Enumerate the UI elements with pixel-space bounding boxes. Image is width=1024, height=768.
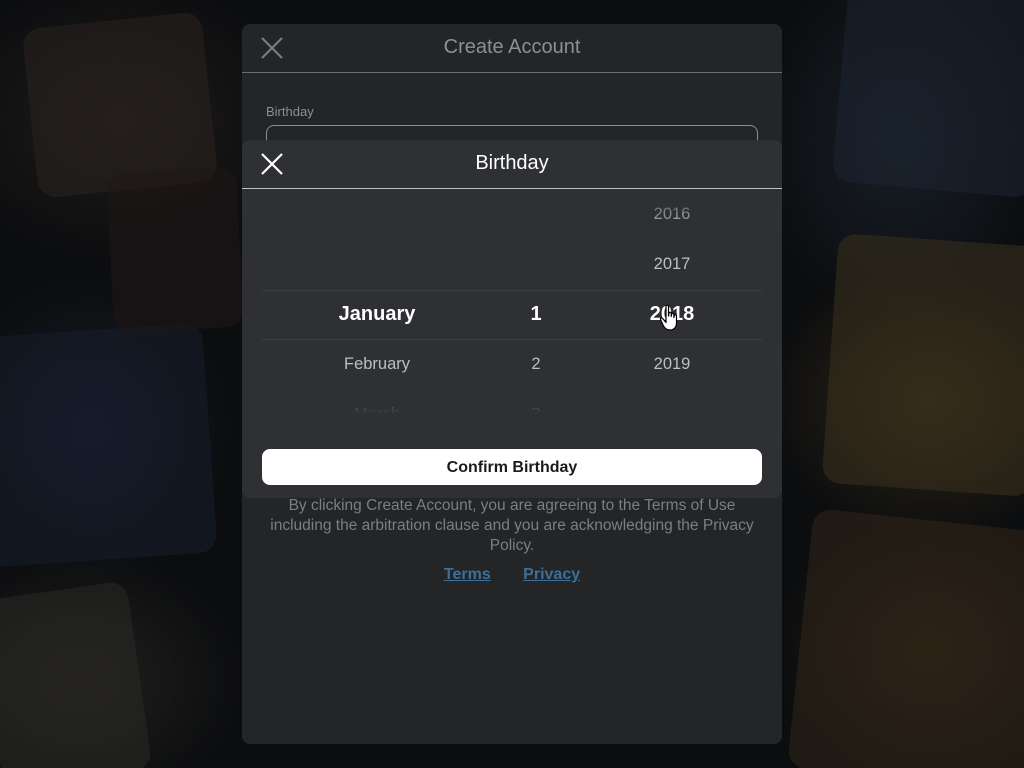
- day-option[interactable]: 2: [506, 352, 566, 376]
- year-option[interactable]: 2019: [632, 352, 712, 376]
- year-option[interactable]: 2016: [632, 202, 712, 226]
- create-account-header: Create Account: [242, 24, 782, 73]
- birthday-modal: Birthday January February March 1 2 3 20…: [242, 140, 782, 498]
- month-wheel[interactable]: January February March: [297, 189, 457, 414]
- legal-text: By clicking Create Account, you are agre…: [270, 497, 754, 554]
- hand-cursor-icon: [659, 304, 678, 331]
- confirm-birthday-button[interactable]: Confirm Birthday: [262, 449, 762, 485]
- day-option[interactable]: 1: [506, 302, 566, 326]
- day-wheel[interactable]: 1 2 3: [506, 189, 566, 414]
- privacy-link[interactable]: Privacy: [523, 566, 580, 584]
- birthday-field-label: Birthday: [266, 104, 314, 119]
- month-option[interactable]: January: [297, 302, 457, 326]
- year-option[interactable]: 2017: [632, 252, 712, 276]
- date-picker[interactable]: January February March 1 2 3 2016 2017 2…: [262, 189, 762, 414]
- legal-links: Terms Privacy: [242, 566, 782, 584]
- month-option[interactable]: February: [297, 352, 457, 376]
- birthday-modal-header: Birthday: [242, 140, 782, 189]
- month-option[interactable]: March: [297, 402, 457, 414]
- birthday-modal-title: Birthday: [475, 152, 549, 174]
- create-account-title: Create Account: [443, 36, 581, 58]
- year-wheel[interactable]: 2016 2017 2018 2019: [632, 189, 712, 414]
- terms-link[interactable]: Terms: [444, 566, 491, 584]
- day-option[interactable]: 3: [506, 402, 566, 414]
